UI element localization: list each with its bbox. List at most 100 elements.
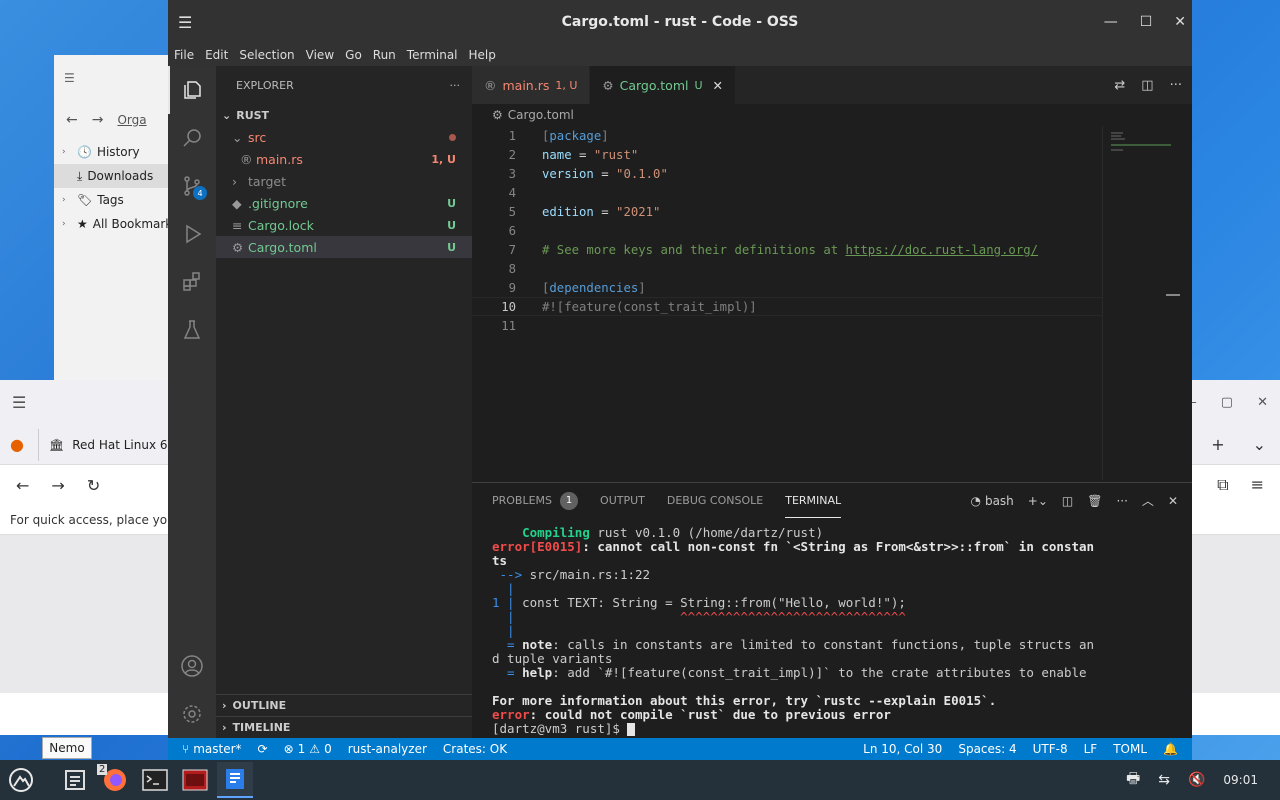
- firefox-tab[interactable]: 🏛 Red Hat Linux 6.1: [37, 428, 189, 461]
- menu-run[interactable]: Run: [373, 48, 396, 62]
- forward-icon[interactable]: →: [92, 112, 104, 128]
- clock[interactable]: 09:01: [1223, 773, 1258, 787]
- open-changes-icon[interactable]: ⇄: [1114, 78, 1125, 93]
- tab-status: 1, U: [555, 78, 578, 92]
- breadcrumb-file[interactable]: Cargo.toml: [508, 108, 574, 122]
- code-line: 5 edition = "2021": [472, 202, 1102, 221]
- sync-icon[interactable]: ⟳: [258, 742, 268, 756]
- extensions-icon[interactable]: [168, 258, 216, 306]
- more-actions-icon[interactable]: ···: [1116, 494, 1127, 508]
- minimap[interactable]: [1102, 126, 1180, 480]
- network-icon[interactable]: ⇆: [1158, 772, 1170, 788]
- tree-item[interactable]: ◆ .gitignore U: [216, 192, 472, 214]
- workspace-folder[interactable]: ⌄ RUST: [216, 104, 472, 126]
- more-actions-icon[interactable]: ···: [1170, 78, 1182, 93]
- menu-selection[interactable]: Selection: [239, 48, 294, 62]
- close-icon[interactable]: ✕: [1174, 14, 1186, 30]
- tree-item[interactable]: › target: [216, 170, 472, 192]
- back-icon[interactable]: ←: [16, 476, 29, 495]
- text-editor-app-icon[interactable]: [177, 762, 213, 798]
- cursor-position[interactable]: Ln 10, Col 30: [863, 742, 942, 756]
- menu-icon[interactable]: ≡: [1251, 475, 1264, 495]
- code-editor[interactable]: 1 [package] 2 name = "rust" 3 version = "0.1.…: [472, 126, 1102, 335]
- start-menu-icon[interactable]: [3, 762, 39, 798]
- testing-icon[interactable]: [168, 306, 216, 354]
- end-of-line[interactable]: LF: [1084, 742, 1098, 756]
- tree-item[interactable]: ⚙ Cargo.toml U: [216, 236, 472, 258]
- terminal-app-icon[interactable]: [137, 762, 173, 798]
- menu-icon[interactable]: ☰: [178, 13, 192, 32]
- timeline-section[interactable]: › TIMELINE: [216, 716, 472, 738]
- tree-item[interactable]: ® main.rs 1, U: [216, 148, 472, 170]
- new-tab-icon[interactable]: +: [1211, 435, 1224, 454]
- explorer-title: EXPLORER: [236, 78, 294, 92]
- reload-icon[interactable]: ↻: [87, 476, 100, 495]
- list-tabs-icon[interactable]: ⌄: [1253, 435, 1266, 454]
- editor-tab[interactable]: ⚙ Cargo.toml U ✕: [590, 66, 737, 104]
- maximize-icon[interactable]: ☐: [1140, 14, 1153, 30]
- branch-status[interactable]: ⑂ master*: [182, 742, 242, 756]
- split-editor-icon[interactable]: ◫: [1141, 78, 1153, 93]
- panel-tab-output[interactable]: OUTPUT: [600, 483, 645, 518]
- rust-analyzer-status[interactable]: rust-analyzer: [348, 742, 427, 756]
- encoding[interactable]: UTF-8: [1033, 742, 1068, 756]
- tab-title: Red Hat Linux 6.1: [72, 437, 179, 452]
- line-number: 2: [508, 147, 516, 162]
- vscode-window: ☰ Cargo.toml - rust - Code - OSS — ☐ ✕ F…: [168, 0, 1192, 760]
- split-terminal-icon[interactable]: ◫: [1062, 494, 1073, 508]
- terminal-shell[interactable]: ◔ bash: [970, 494, 1013, 508]
- menu-go[interactable]: Go: [345, 48, 362, 62]
- editor-tab[interactable]: ® main.rs 1, U: [472, 66, 591, 104]
- source-control-icon[interactable]: 4: [168, 162, 216, 210]
- line-number: 5: [508, 204, 516, 219]
- menu-view[interactable]: View: [306, 48, 334, 62]
- close-icon[interactable]: ✕: [1257, 395, 1268, 410]
- terminal-output[interactable]: Compiling rust v0.1.0 (/home/dartz/rust)…: [472, 518, 1192, 736]
- crates-status[interactable]: Crates: OK: [443, 742, 507, 756]
- maximize-panel-icon[interactable]: ︿: [1142, 492, 1154, 509]
- maximize-icon[interactable]: ▢: [1221, 395, 1233, 410]
- organize-button[interactable]: Orga: [117, 113, 146, 127]
- explorer-icon[interactable]: [168, 66, 216, 114]
- problems-status[interactable]: ⊗ 1 ⚠ 0: [284, 742, 332, 756]
- menu-icon[interactable]: ☰: [64, 71, 75, 85]
- panel-tab-terminal[interactable]: TERMINAL: [785, 483, 842, 518]
- file-manager-icon[interactable]: [57, 762, 93, 798]
- printer-icon[interactable]: 🖶: [1126, 768, 1140, 793]
- forward-icon[interactable]: →: [51, 476, 64, 495]
- folder-closed-icon: ›: [232, 173, 237, 189]
- vscode-app-icon[interactable]: [217, 762, 253, 798]
- outline-section[interactable]: › OUTLINE: [216, 694, 472, 716]
- account-icon[interactable]: [168, 642, 216, 690]
- menu-edit[interactable]: Edit: [205, 48, 228, 62]
- more-actions-icon[interactable]: ···: [450, 79, 461, 92]
- search-icon[interactable]: [168, 114, 216, 162]
- trash-icon[interactable]: 🗑: [1087, 494, 1102, 508]
- panel-tab-debug-console[interactable]: DEBUG CONSOLE: [667, 483, 763, 518]
- close-tab-icon[interactable]: ✕: [713, 78, 723, 93]
- extensions-icon[interactable]: ⧉: [1217, 475, 1228, 495]
- close-panel-icon[interactable]: ✕: [1168, 494, 1178, 508]
- volume-muted-icon[interactable]: 🔇: [1188, 772, 1205, 788]
- code-line: 3 version = "0.1.0": [472, 164, 1102, 183]
- menu-icon[interactable]: ☰: [12, 393, 26, 412]
- firefox-icon[interactable]: 2: [97, 762, 133, 798]
- code-line: 7 # See more keys and their definitions a…: [472, 240, 1102, 259]
- menu-help[interactable]: Help: [469, 48, 496, 62]
- line-content: [dependencies]: [542, 280, 646, 295]
- run-debug-icon[interactable]: [168, 210, 216, 258]
- new-terminal-icon[interactable]: +⌄: [1028, 494, 1048, 508]
- line-number: 10: [501, 299, 516, 314]
- firefox-icon[interactable]: ●: [10, 435, 24, 454]
- menu-file[interactable]: File: [174, 48, 194, 62]
- bell-icon[interactable]: 🔔: [1163, 742, 1178, 756]
- tree-item[interactable]: ≡ Cargo.lock U: [216, 214, 472, 236]
- tree-item[interactable]: ⌄ src: [216, 126, 472, 148]
- manage-gear-icon[interactable]: [168, 690, 216, 738]
- minimize-icon[interactable]: —: [1104, 14, 1118, 30]
- indentation[interactable]: Spaces: 4: [958, 742, 1016, 756]
- menu-terminal[interactable]: Terminal: [407, 48, 458, 62]
- panel-tab-problems[interactable]: PROBLEMS 1: [492, 483, 579, 518]
- language-mode[interactable]: TOML: [1113, 742, 1147, 756]
- back-icon[interactable]: ←: [66, 112, 78, 128]
